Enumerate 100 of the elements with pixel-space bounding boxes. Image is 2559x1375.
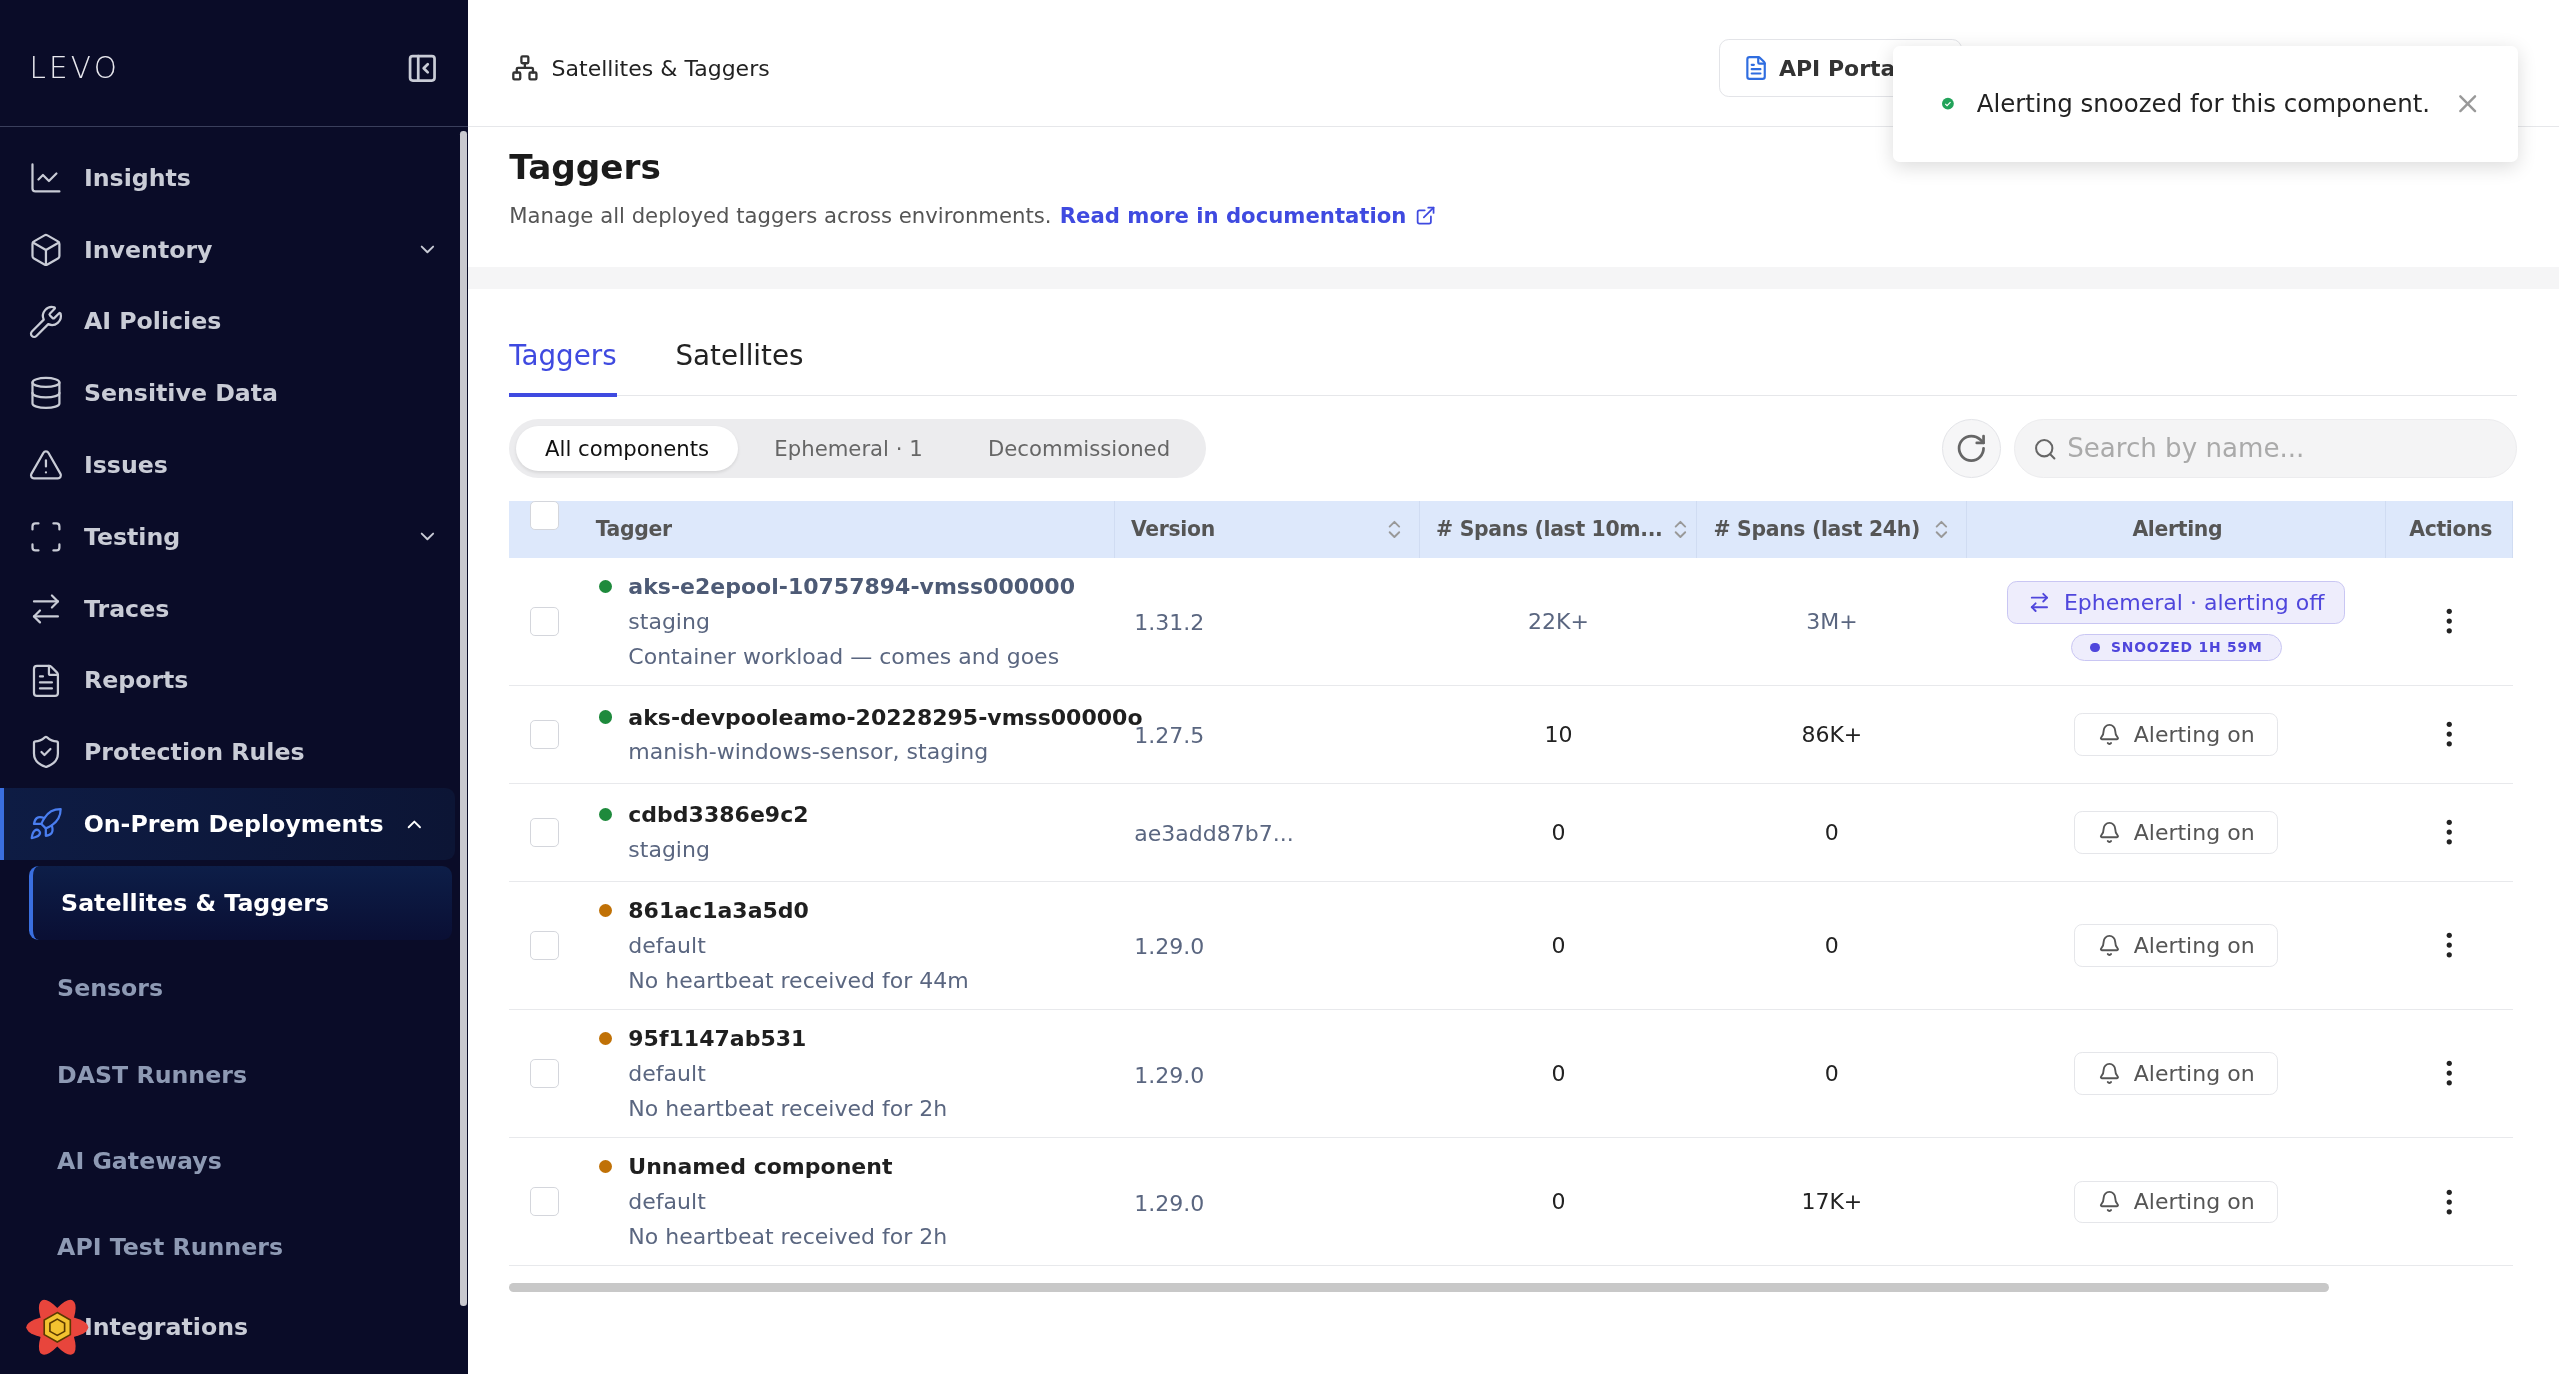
page-subtitle: Manage all deployed taggers across environments. [509, 203, 1052, 229]
snooze-badge: SNOOZED 1H 59M [2070, 633, 2282, 662]
table-cell-text: 86K+ [1800, 721, 1864, 747]
column-header[interactable]: Version [1130, 517, 1377, 542]
table-cell-text: 0 [1550, 819, 1567, 845]
toast-message: Alerting snoozed for this component. [1976, 89, 2431, 119]
tagger-detail: default [627, 1189, 707, 1215]
tagger-name: Unnamed component [628, 1154, 893, 1180]
external-link-icon [1414, 205, 1436, 227]
logo: LEVO [29, 51, 120, 86]
table-cell-text: 1.29.0 [1133, 1190, 1206, 1216]
tagger-detail: No heartbeat received for 2h [627, 1224, 949, 1249]
nav-subitem[interactable]: Satellites & Taggers [29, 866, 453, 940]
column-header[interactable]: # Spans (last 24h) [1713, 517, 1924, 542]
tagger-detail: No heartbeat received for 44m [627, 967, 970, 993]
column-header[interactable]: Alerting [1982, 517, 2372, 542]
tagger-detail: No heartbeat received for 2h [627, 1095, 949, 1121]
page-title: Taggers [509, 146, 662, 187]
alerting-button[interactable]: Alerting on [2074, 1180, 2279, 1223]
scrollbar[interactable] [509, 1282, 2329, 1293]
table-cell-text: 0 [1550, 1189, 1567, 1215]
nav-subitem[interactable]: AI Gateways [0, 1117, 469, 1205]
select-all-checkbox[interactable] [529, 500, 559, 531]
more-button[interactable] [2446, 1188, 2453, 1215]
column-header[interactable]: Actions [2402, 517, 2500, 542]
more-icon [2446, 721, 2453, 748]
arrows-icon [2028, 591, 2051, 614]
table-cell-text: 3M+ [1805, 608, 1859, 634]
tagger-detail: default [627, 932, 707, 958]
tagger-name: 861ac1a3a5d0 [628, 898, 809, 924]
more-button[interactable] [2446, 608, 2453, 635]
alerting-button[interactable]: Alerting on [2074, 1052, 2279, 1095]
alerting-button[interactable]: Alerting on [2074, 811, 2279, 854]
nav-item[interactable]: Protection Rules [0, 716, 469, 789]
filter-option[interactable]: All components [515, 425, 739, 472]
table-cell-text: 0 [1823, 819, 1840, 845]
scrollbar[interactable] [460, 130, 467, 1306]
tagger-name: cdbd3386e9c2 [628, 802, 809, 828]
tagger-name: 95f1147ab531 [628, 1026, 807, 1052]
more-button[interactable] [2446, 721, 2453, 748]
filter-option[interactable]: Decommissioned [958, 425, 1200, 472]
tagger-detail: default [627, 1061, 707, 1087]
ephemeral-badge: Ephemeral · alerting off [2007, 581, 2345, 624]
alerting-button[interactable]: Alerting on [2074, 713, 2279, 756]
nav-item[interactable]: Testing [0, 500, 469, 573]
nav-subitem[interactable]: Sensors [0, 944, 469, 1032]
row-checkbox[interactable] [529, 817, 559, 847]
nav-item[interactable]: Issues [0, 429, 469, 501]
bell-icon [2097, 1062, 2121, 1085]
nav-item[interactable]: Insights [0, 141, 469, 214]
refresh-icon [1955, 432, 1988, 465]
nav-item[interactable]: AI Policies [0, 285, 469, 358]
more-icon [2446, 1188, 2453, 1215]
table-cell-text: ae3add87b7... [1133, 821, 1295, 847]
filter-option[interactable]: Ephemeral · 1 [745, 425, 953, 472]
table-cell-text: 1.31.2 [1133, 610, 1206, 636]
tagger-detail: staging [627, 837, 711, 863]
nav-item[interactable]: Inventory [0, 213, 469, 286]
tagger-name: aks-e2epool-10757894-vmss000000 [628, 574, 1075, 600]
more-icon [2446, 819, 2453, 846]
warning-icon [28, 447, 65, 483]
tagger-detail: staging [627, 608, 711, 634]
table-cell-text: 17K+ [1800, 1189, 1864, 1215]
alerting-button[interactable]: Alerting on [2074, 924, 2279, 967]
row-checkbox[interactable] [529, 1187, 559, 1217]
row-checkbox[interactable] [529, 606, 559, 637]
more-button[interactable] [2446, 932, 2453, 959]
table-cell-text: 22K+ [1527, 608, 1590, 634]
tab[interactable]: Satellites [675, 330, 804, 397]
bell-icon [2097, 820, 2121, 844]
nav-subitem[interactable]: API Test Runners [0, 1204, 469, 1291]
bell-icon [2097, 722, 2121, 746]
table-cell-text: 0 [1550, 932, 1567, 958]
tab[interactable]: Taggers [509, 330, 617, 397]
network-icon [510, 54, 539, 82]
tagger-detail: manish-windows-sensor, staging [627, 739, 990, 765]
wrench-icon [28, 303, 65, 340]
rocket-icon [28, 806, 65, 842]
row-checkbox[interactable] [529, 1058, 559, 1089]
nav-item[interactable]: Integrations [0, 1290, 469, 1363]
nav-item[interactable]: Reports [0, 644, 469, 717]
more-button[interactable] [2446, 1060, 2453, 1087]
documentation-link[interactable]: Read more in documentation [1059, 203, 1436, 229]
row-checkbox[interactable] [529, 930, 559, 961]
tagger-detail: Container workload — comes and goes [627, 643, 1061, 669]
column-header[interactable]: Tagger [595, 517, 1101, 542]
nav-item[interactable]: On-Prem Deployments [0, 788, 456, 860]
nav-subitem[interactable]: DAST Runners [0, 1031, 469, 1118]
nav-item[interactable]: Traces [0, 572, 469, 645]
column-header[interactable]: # Spans (last 10m... [1436, 517, 1663, 542]
table-cell-text: 0 [1823, 932, 1840, 958]
bell-icon [2097, 933, 2121, 957]
row-checkbox[interactable] [529, 719, 559, 750]
search-icon [2033, 437, 2058, 462]
search-field[interactable]: Search by name... [2013, 419, 2517, 478]
more-icon [2446, 932, 2453, 959]
bell-icon [2097, 1190, 2121, 1214]
nav-item[interactable]: Sensitive Data [0, 357, 469, 430]
more-icon [2446, 1060, 2453, 1087]
more-button[interactable] [2446, 819, 2453, 846]
